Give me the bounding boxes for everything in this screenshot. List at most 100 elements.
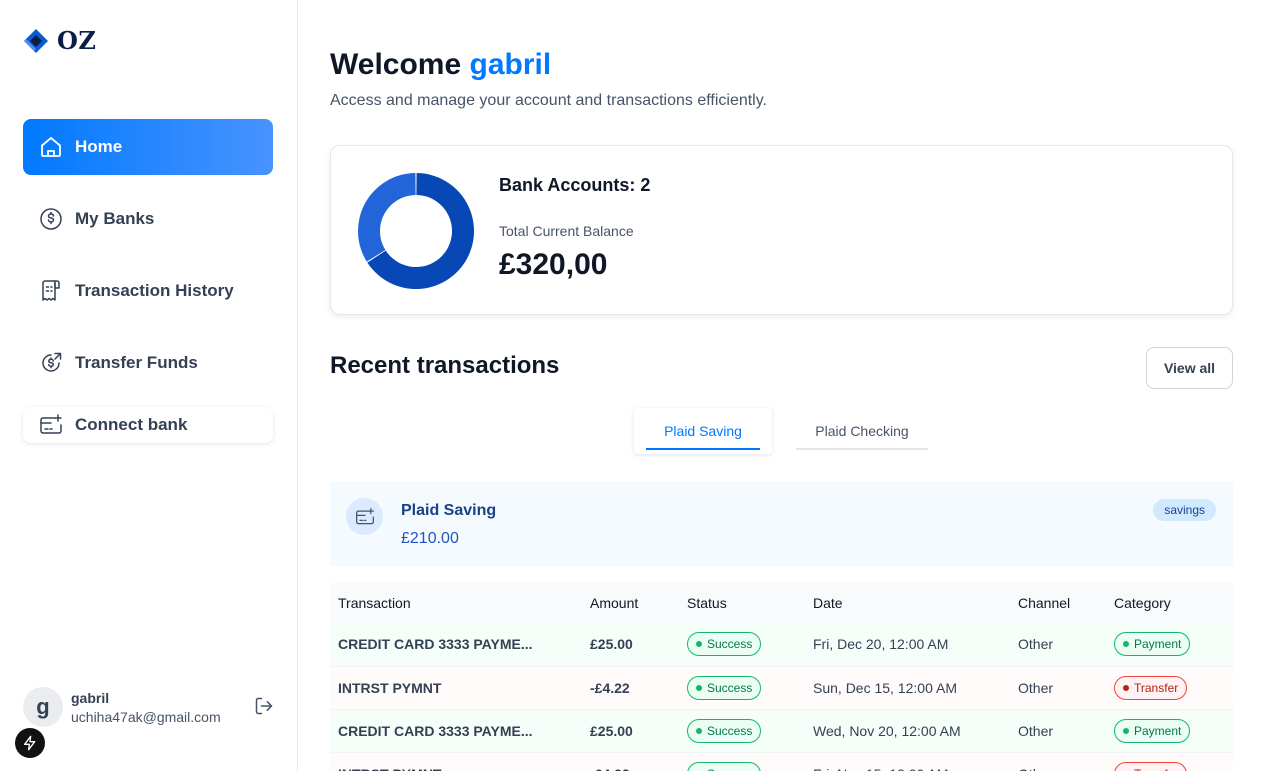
- donut-slice: [358, 173, 416, 262]
- transaction-category: Payment: [1106, 709, 1233, 753]
- transaction-date: Wed, Nov 20, 12:00 AM: [805, 709, 1010, 753]
- category-label: Payment: [1134, 723, 1182, 738]
- transaction-date: Sun, Dec 15, 12:00 AM: [805, 666, 1010, 710]
- status-label: Success: [707, 723, 753, 738]
- transaction-status: Success: [679, 752, 805, 771]
- logo[interactable]: OZ: [23, 26, 96, 55]
- balance-donut-chart: [358, 173, 474, 289]
- category-label: Transfer: [1134, 680, 1179, 695]
- view-all-button[interactable]: View all: [1146, 347, 1233, 389]
- status-badge: Success: [687, 718, 762, 743]
- connect-bank-button[interactable]: Connect bank: [23, 407, 273, 443]
- user-info: gabril uchiha47ak@gmail.com: [71, 690, 221, 725]
- bank-tabs: Plaid Saving Plaid Checking: [634, 408, 940, 454]
- transactions-table: Transaction Amount Status Date Channel C…: [330, 583, 1233, 771]
- dollar-circle-icon: [39, 207, 63, 231]
- sidebar-item-transfer-funds[interactable]: Transfer Funds: [23, 335, 273, 391]
- receipt-icon: [39, 279, 63, 303]
- category-badge: Payment: [1114, 632, 1191, 657]
- transaction-status: Success: [679, 666, 805, 710]
- card-add-icon: [39, 413, 63, 437]
- category-dot: [1123, 684, 1129, 691]
- status-dot: [696, 684, 702, 691]
- transaction-category: Transfer: [1106, 752, 1233, 771]
- sidebar-item-home[interactable]: Home: [23, 119, 273, 175]
- status-badge: Success: [687, 675, 762, 700]
- account-type-badge: savings: [1153, 499, 1216, 521]
- transaction-amount: -£4.22: [582, 752, 679, 771]
- table-row[interactable]: INTRST PYMNT -£4.22 Success Sun, Dec 15, 12…: [330, 666, 1233, 710]
- category-badge: Payment: [1114, 718, 1191, 743]
- welcome-user-name: gabril: [469, 48, 552, 81]
- transaction-category: Payment: [1106, 623, 1233, 667]
- sidebar-item-my-banks[interactable]: My Banks: [23, 191, 273, 247]
- category-label: Payment: [1134, 637, 1182, 652]
- transaction-amount: £25.00: [582, 623, 679, 667]
- connect-bank-label: Connect bank: [75, 415, 188, 434]
- account-balance: £210.00: [401, 530, 459, 547]
- table-header-row: Transaction Amount Status Date Channel C…: [330, 583, 1233, 623]
- column-header: Amount: [582, 583, 679, 623]
- table-row[interactable]: CREDIT CARD 3333 PAYME... £25.00 Success Fr…: [330, 623, 1233, 667]
- logo-icon: [24, 28, 48, 53]
- transaction-name: CREDIT CARD 3333 PAYME...: [330, 623, 582, 667]
- bolt-icon[interactable]: [15, 728, 45, 758]
- account-name: Plaid Saving: [401, 502, 497, 519]
- sidebar-item-label: Home: [75, 137, 123, 156]
- transaction-status: Success: [679, 709, 805, 753]
- logout-icon[interactable]: [254, 696, 274, 716]
- sidebar-item-label: Transfer Funds: [75, 353, 198, 372]
- total-balance-amount: £320,00: [499, 248, 608, 281]
- transaction-name: INTRST PYMNT: [330, 752, 582, 771]
- page-title: Welcome gabril: [330, 48, 551, 82]
- status-label: Success: [707, 637, 753, 652]
- tab-plaid-checking[interactable]: Plaid Checking: [784, 408, 940, 454]
- category-dot: [1123, 727, 1129, 734]
- transaction-date: Fri, Nov 15, 12:00 AM: [805, 752, 1010, 771]
- column-header: Category: [1106, 583, 1233, 623]
- category-dot: [1123, 641, 1129, 648]
- column-header: Channel: [1010, 583, 1106, 623]
- transaction-channel: Other: [1010, 666, 1106, 710]
- table-row[interactable]: CREDIT CARD 3333 PAYME... £25.00 Success We…: [330, 709, 1233, 753]
- tab-underline: [646, 448, 760, 450]
- sidebar-item-label: Transaction History: [75, 281, 234, 300]
- status-badge: Success: [687, 632, 762, 657]
- avatar[interactable]: g: [23, 687, 63, 727]
- category-badge: Transfer: [1114, 761, 1188, 771]
- tab-label: Plaid Checking: [815, 423, 909, 439]
- table-row[interactable]: INTRST PYMNT-£4.22 Success Fri, Nov 15, 12…: [330, 752, 1233, 771]
- status-label: Success: [707, 767, 752, 771]
- transaction-category: Transfer: [1106, 666, 1233, 710]
- transaction-channel: Other: [1010, 709, 1106, 753]
- user-name: gabril: [71, 689, 110, 706]
- transaction-amount: -£4.22: [582, 666, 679, 710]
- sidebar: OZ Home My Banks Transaction History Tra…: [0, 0, 298, 771]
- transaction-channel: Other: [1010, 752, 1106, 771]
- sidebar-item-label: My Banks: [75, 209, 155, 228]
- tab-underline: [796, 448, 928, 450]
- transaction-date: Fri, Dec 20, 12:00 AM: [805, 623, 1010, 667]
- welcome-prefix: Welcome: [330, 48, 462, 81]
- user-footer: g gabril uchiha47ak@gmail.com: [23, 686, 283, 728]
- transaction-name: CREDIT CARD 3333 PAYME...: [330, 709, 582, 753]
- category-badge: Transfer: [1114, 675, 1188, 700]
- bank-account-info: Plaid Saving £210.00 savings: [330, 481, 1233, 567]
- home-icon: [39, 135, 63, 159]
- transaction-channel: Other: [1010, 623, 1106, 667]
- transaction-amount: £25.00: [582, 709, 679, 753]
- user-email: uchiha47ak@gmail.com: [71, 708, 221, 725]
- total-balance-label: Total Current Balance: [499, 223, 634, 239]
- sidebar-item-transaction-history[interactable]: Transaction History: [23, 263, 273, 319]
- money-send-icon: [39, 351, 63, 375]
- column-header: Transaction: [330, 583, 582, 623]
- status-dot: [696, 727, 702, 734]
- bank-accounts-count: Bank Accounts: 2: [499, 175, 651, 195]
- status-label: Success: [707, 680, 753, 695]
- total-balance-card: Bank Accounts: 2 Total Current Balance £…: [330, 145, 1233, 315]
- status-badge: Success: [687, 761, 762, 771]
- tab-plaid-saving[interactable]: Plaid Saving: [634, 408, 772, 454]
- category-label: Transfer: [1134, 767, 1178, 771]
- tab-label: Plaid Saving: [664, 423, 742, 439]
- transaction-name: INTRST PYMNT: [330, 666, 582, 710]
